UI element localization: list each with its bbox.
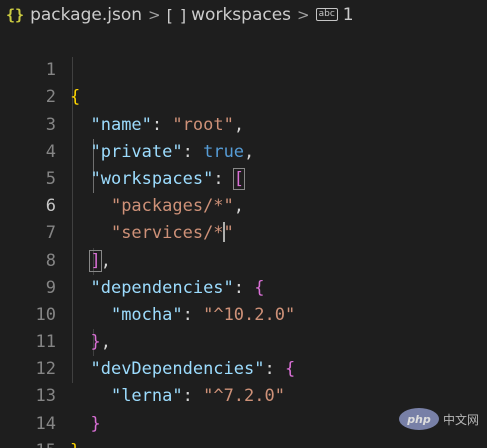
code-line-10[interactable]: 10 }, (0, 275, 487, 352)
code-line-14[interactable]: 14 } (0, 383, 487, 448)
code-line-11[interactable]: 11 "devDependencies": { (0, 302, 487, 379)
code-line-6[interactable]: 6 "services/*" (0, 166, 487, 243)
code-line-5[interactable]: 5 "packages/*", (0, 139, 487, 216)
line-number: 15 (0, 438, 56, 448)
php-logo-icon: php (398, 408, 439, 430)
breadcrumb-file[interactable]: package.json (30, 5, 142, 25)
code-line-9[interactable]: 9 "mocha": "^10.2.0" (0, 248, 487, 325)
brace-close: } (70, 441, 80, 448)
breadcrumb-item[interactable]: 1 (343, 5, 354, 25)
json-file-icon: {} (6, 6, 25, 24)
code-line-8[interactable]: 8 "dependencies": { (0, 220, 487, 298)
string-icon: abc (315, 7, 338, 21)
code-area[interactable]: 1 { 2 "name": "root", 3 "private": true,… (0, 30, 487, 448)
chevron-right-icon: > (297, 6, 310, 24)
code-editor[interactable]: {} package.json > [ ] workspaces > abc 1… (0, 0, 487, 448)
code-line-2[interactable]: 2 "name": "root", (0, 57, 487, 134)
breadcrumb-workspaces[interactable]: workspaces (191, 5, 291, 25)
code-line-7[interactable]: 7 ], (0, 193, 487, 272)
code-line-12[interactable]: 12 "lerna": "^7.2.0" (0, 329, 487, 406)
breadcrumb: {} package.json > [ ] workspaces > abc 1 (0, 0, 487, 30)
chevron-right-icon: > (148, 6, 161, 24)
code-line-3[interactable]: 3 "private": true, (0, 84, 487, 162)
watermark-text: 中文网 (442, 412, 479, 427)
watermark: php 中文网 (398, 408, 479, 430)
array-icon: [ ] (166, 5, 188, 25)
code-line-13[interactable]: 13 } (0, 356, 487, 433)
code-line-1[interactable]: 1 { (0, 30, 487, 107)
code-line-4[interactable]: 4 "workspaces": [ (0, 112, 487, 190)
